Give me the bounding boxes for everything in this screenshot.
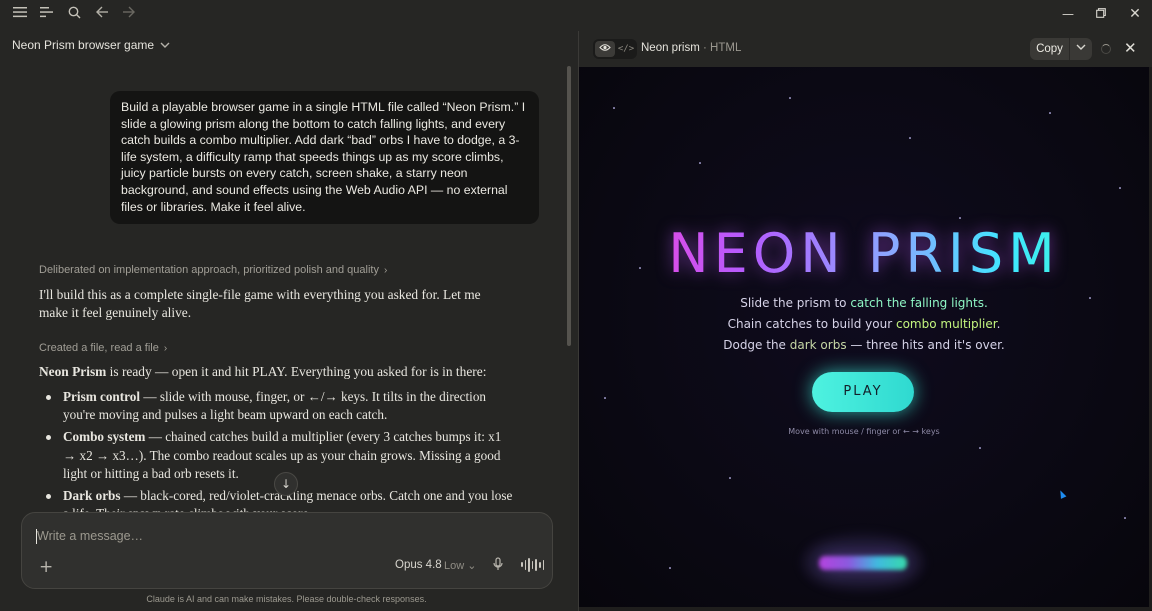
game-canvas[interactable]: NEON PRISM Slide the prism to catch the … <box>579 67 1149 607</box>
ready-rest: is ready — open it and hit PLAY. Everyth… <box>106 364 487 379</box>
ready-bold: Neon Prism <box>39 364 107 379</box>
mouse-cursor-icon <box>1057 489 1067 499</box>
voice-mode-icon[interactable] <box>521 557 545 572</box>
window-close-icon[interactable]: ✕ <box>1127 6 1143 22</box>
eye-icon[interactable] <box>595 41 615 57</box>
plus-icon[interactable]: + <box>39 557 53 577</box>
assistant-intro: I'll build this as a complete single-fil… <box>39 287 481 320</box>
artifact-panel: </> Neon prism · HTML Copy ✕ NEON PRISM … <box>578 31 1152 611</box>
instruction-highlight: dark orbs <box>789 338 847 352</box>
instruction-text: Dodge the <box>723 338 790 352</box>
thinking-summary[interactable]: Deliberated on implementation approach, … <box>39 264 387 276</box>
minimize-icon[interactable]: — <box>1060 6 1076 22</box>
message-input[interactable]: Write a message… <box>37 529 143 543</box>
thinking-summary-label: Deliberated on implementation approach, … <box>39 264 379 276</box>
bullet-title: Dark orbs <box>63 488 121 504</box>
scroll-to-bottom-button[interactable]: ↓ <box>274 472 298 496</box>
controls-hint: Move with mouse / finger or ← → keys <box>788 427 940 436</box>
instruction-highlight: catch the falling lights. <box>850 296 988 310</box>
message-list[interactable]: Build a playable browser game in a singl… <box>0 60 578 512</box>
tool-summary[interactable]: Created a file, read a file › <box>39 342 167 354</box>
arrow-down-icon: ↓ <box>280 477 292 491</box>
game-logo: NEON PRISM <box>579 222 1149 285</box>
player-prism[interactable] <box>819 556 907 570</box>
conversation-title-dropdown[interactable]: Neon Prism browser game <box>12 37 170 53</box>
effort-label: Low <box>444 560 465 572</box>
close-icon[interactable]: ✕ <box>1124 39 1137 57</box>
forward-arrow-icon[interactable] <box>120 6 136 22</box>
code-icon[interactable]: </> <box>617 41 635 57</box>
copy-button-label[interactable]: Copy <box>1030 38 1070 60</box>
tool-summary-label: Created a file, read a file <box>39 342 159 354</box>
disclaimer: Claude is AI and can make mistakes. Plea… <box>146 594 427 604</box>
search-icon[interactable] <box>66 6 82 22</box>
copy-button[interactable]: Copy <box>1030 38 1092 60</box>
bullet-title: Combo system <box>63 429 146 445</box>
artifact-title-text: Neon prism <box>641 42 700 54</box>
view-toggle[interactable]: </> <box>593 39 637 59</box>
message-composer[interactable]: Write a message… + Opus 4.8 Low ⌄ <box>21 512 553 589</box>
user-message: Build a playable browser game in a singl… <box>110 91 539 225</box>
effort-selector[interactable]: Low ⌄ <box>444 559 476 572</box>
back-arrow-icon[interactable] <box>94 6 110 22</box>
chat-pane: Neon Prism browser game Build a playable… <box>0 0 578 611</box>
instruction-text: Chain catches to build your <box>727 317 896 331</box>
menu-icon[interactable] <box>12 6 28 22</box>
model-selector[interactable]: Opus 4.8 <box>395 559 442 571</box>
instruction-highlight: combo multiplier <box>895 317 997 331</box>
instruction-text: — three hits and it's over. <box>846 338 1005 352</box>
chevron-down-icon: ⌄ <box>467 560 477 572</box>
ready-paragraph: Neon Prism is ready — open it and hit PL… <box>39 363 509 381</box>
top-toolbar <box>0 0 578 28</box>
instruction-line-3: Dodge the dark orbs — three hits and it'… <box>579 338 1149 352</box>
scrollbar[interactable] <box>567 66 571 346</box>
microphone-icon[interactable] <box>493 557 503 575</box>
loading-spinner-icon <box>1101 44 1111 54</box>
artifact-type: · HTML <box>703 42 742 54</box>
play-button[interactable]: PLAY <box>812 372 914 412</box>
instruction-line-1: Slide the prism to catch the falling lig… <box>579 296 1149 310</box>
restore-icon[interactable] <box>1093 6 1109 22</box>
instruction-text: . <box>996 317 1001 331</box>
conversation-title: Neon Prism browser game <box>12 38 155 52</box>
list-item: Prism control — slide with mouse, finger… <box>45 388 515 424</box>
bullet-title: Prism control <box>63 389 141 404</box>
artifact-header: </> Neon prism · HTML Copy ✕ <box>579 31 1152 67</box>
chevron-right-icon: › <box>383 265 388 276</box>
instruction-text: Slide the prism to <box>740 296 851 310</box>
artifact-title: Neon prism · HTML <box>641 42 741 54</box>
instruction-line-2: Chain catches to build your combo multip… <box>579 317 1149 331</box>
chevron-right-icon: › <box>163 343 168 354</box>
sidebar-icon[interactable] <box>39 6 55 22</box>
chevron-down-icon <box>160 42 170 48</box>
chevron-down-icon[interactable] <box>1070 38 1092 60</box>
